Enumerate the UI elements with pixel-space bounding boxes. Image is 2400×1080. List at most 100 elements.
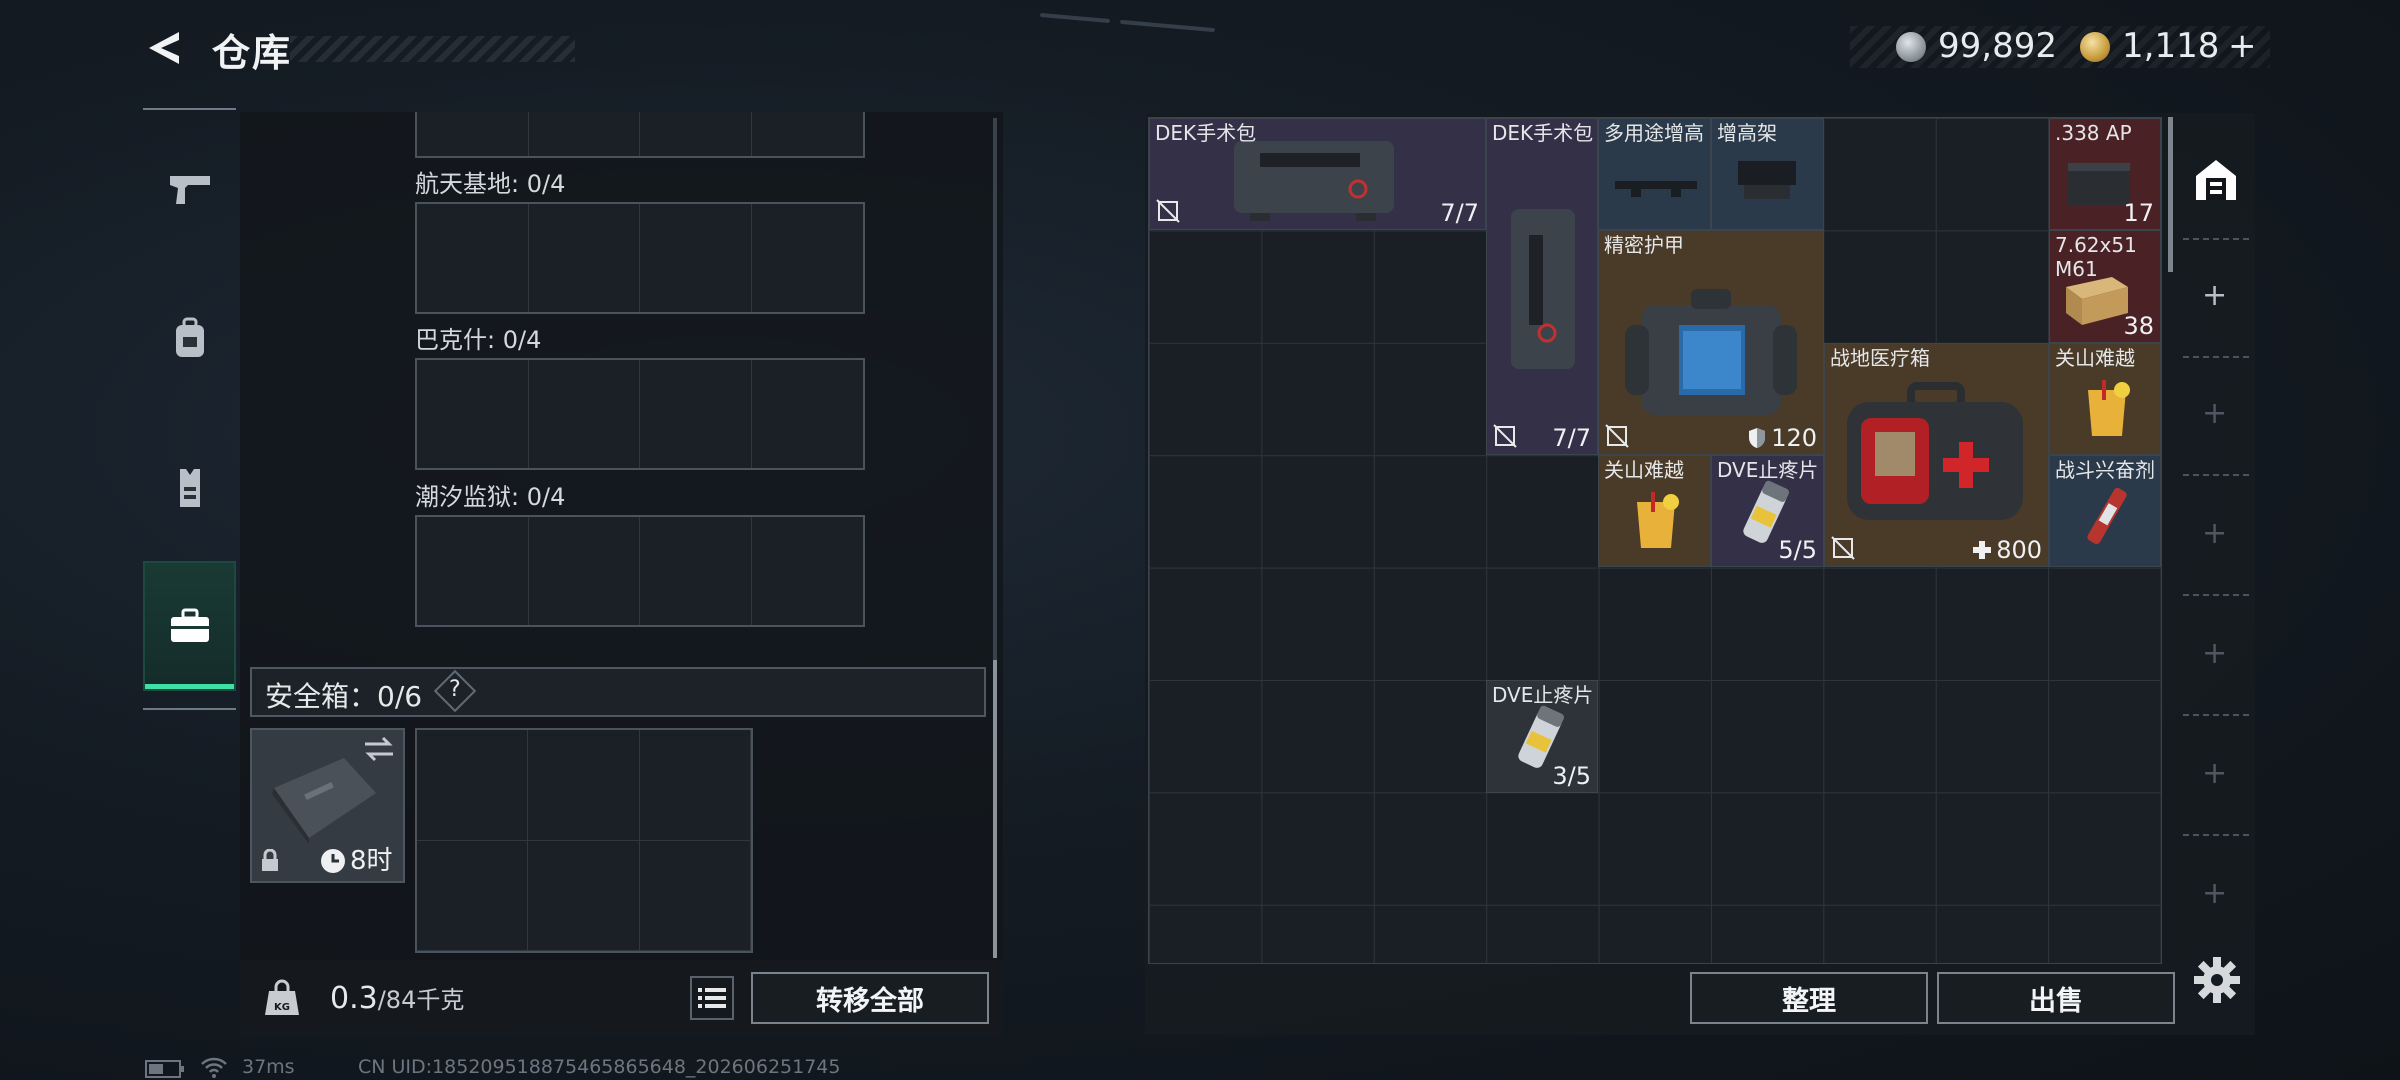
clock-icon (321, 849, 345, 873)
background-streak (1120, 19, 1215, 33)
help-icon[interactable]: ? (449, 677, 461, 702)
nav-safebox[interactable] (143, 561, 236, 691)
add-stash-page-icon[interactable]: + (2202, 396, 2227, 431)
divider (2183, 594, 2249, 596)
ammo-box-icon (2066, 277, 2128, 325)
sort-button[interactable]: 整理 (1690, 972, 1928, 1024)
divider (2183, 356, 2249, 358)
stash-item-762-m61[interactable]: 7.62x51 M61 38 (2049, 230, 2161, 343)
stash-item-riser-mount[interactable]: 增高架 (1711, 118, 1824, 230)
item-name: DVE止疼片 (1492, 683, 1594, 707)
no-insure-icon (1605, 424, 1629, 448)
safebox-grid[interactable] (415, 728, 753, 953)
left-scrollbar-thumb[interactable] (993, 660, 997, 958)
stash-item-dek-surgical-kit[interactable]: DEK手术包 7/7 (1486, 118, 1598, 455)
title-decoration (290, 36, 575, 62)
wifi-icon (201, 1057, 227, 1078)
item-name: .338 AP (2055, 121, 2132, 145)
divider (2183, 834, 2249, 836)
map-grid[interactable] (415, 202, 865, 314)
drink-glass-icon (2088, 380, 2130, 436)
map-label: 潮汐监狱: 0/4 (415, 483, 566, 511)
nav-backpack[interactable] (143, 273, 236, 403)
stash-grid[interactable]: DEK手术包 7/7 DEK手术包 7/7 多用途增高 增高架 .338 AP … (1148, 117, 2162, 964)
item-name: DVE止疼片 (1717, 458, 1819, 482)
add-gold-button[interactable]: + (2228, 26, 2257, 66)
nav-weapons[interactable] (143, 123, 236, 253)
safebox-case-slot[interactable]: 8时 (250, 728, 405, 883)
shield-icon (1749, 428, 1766, 448)
divider (2183, 714, 2249, 716)
stash-item-dve-painkiller[interactable]: DVE止疼片 5/5 (1711, 455, 1824, 567)
no-insure-icon (1156, 199, 1180, 223)
gold-amount: 1,118 (2122, 26, 2220, 66)
item-name: DEK手术包 (1492, 121, 1594, 145)
uid-readout: CN UID:18520951887546586564​8_2026062517… (358, 1056, 841, 1078)
ping-readout: 37ms (242, 1056, 295, 1078)
divider (2183, 474, 2249, 476)
item-name: 增高架 (1717, 121, 1777, 145)
item-name: 7.62x51 M61 (2055, 233, 2137, 281)
swap-icon[interactable] (363, 736, 395, 762)
mount-icon (1738, 161, 1796, 199)
battery-icon (145, 1060, 184, 1078)
stash-item-dek-surgical-kit[interactable]: DEK手术包 7/7 (1149, 118, 1486, 230)
warehouse-icon (2196, 160, 2236, 200)
transfer-all-button[interactable]: 转移全部 (751, 972, 989, 1024)
vest-icon (179, 469, 200, 507)
plus-icon (1973, 541, 1992, 559)
add-stash-page-icon[interactable]: + (2202, 636, 2227, 671)
back-arrow-icon[interactable] (145, 28, 185, 68)
sell-button[interactable]: 出售 (1937, 972, 2175, 1024)
map-label: 巴克什: 0/4 (415, 326, 542, 354)
stash-item-guanshan-drink[interactable]: 关山难越 (1598, 455, 1711, 567)
item-name: 战斗兴奋剂 (2055, 458, 2155, 482)
silver-amount: 99,892 (1938, 26, 2057, 66)
item-name: 关山难越 (1604, 458, 1684, 482)
list-view-button[interactable] (690, 976, 734, 1020)
safebox-timer: 8时 (350, 846, 393, 876)
map-grid-partial[interactable] (415, 112, 865, 158)
item-count: 7/7 (1440, 199, 1479, 227)
settings-gear-icon[interactable] (2192, 955, 2242, 1005)
item-count: 17 (2123, 199, 2154, 227)
category-nav (143, 108, 236, 710)
stash-scrollbar[interactable] (2168, 117, 2173, 272)
safebox-label: 安全箱：0/6 (265, 680, 423, 713)
item-name: 战地医疗箱 (1830, 346, 1930, 370)
map-grid[interactable] (415, 358, 865, 470)
gold-coin-icon (2080, 32, 2110, 62)
item-count: 38 (2123, 312, 2154, 340)
stash-item-338-ap[interactable]: .338 AP 17 (2049, 118, 2161, 230)
no-insure-icon (1493, 424, 1517, 448)
map-grid[interactable] (415, 515, 865, 627)
stash-item-combat-stimulant[interactable]: 战斗兴奋剂 (2049, 455, 2161, 567)
briefcase-icon (170, 608, 209, 642)
item-count: 120 (1771, 424, 1817, 452)
item-count: 3/5 (1552, 762, 1591, 790)
stash-item-multi-riser[interactable]: 多用途增高 (1598, 118, 1711, 230)
riser-icon (1615, 181, 1697, 197)
weight-lock-button[interactable]: KG (252, 968, 312, 1028)
add-stash-page-icon[interactable]: + (2202, 278, 2227, 313)
add-stash-page-icon[interactable]: + (2202, 516, 2227, 551)
background-streak (1039, 12, 1111, 24)
weight-capacity: /84千克 (377, 986, 465, 1014)
add-stash-page-icon[interactable]: + (2202, 876, 2227, 911)
injector-icon (2087, 487, 2127, 545)
stash-item-field-medkit[interactable]: 战地医疗箱 800 (1824, 343, 2049, 567)
stash-item-guanshan-drink[interactable]: 关山难越 (2049, 343, 2161, 455)
list-icon (698, 988, 726, 1008)
item-count: 5/5 (1778, 536, 1817, 564)
backpack-icon (175, 317, 204, 357)
item-name: 关山难越 (2055, 346, 2135, 370)
surgical-kit-icon (1511, 209, 1575, 369)
lock-icon (262, 849, 278, 871)
divider (2183, 238, 2249, 240)
add-stash-page-icon[interactable]: + (2202, 756, 2227, 791)
safe-case-icon (272, 758, 376, 844)
stash-item-dve-painkiller[interactable]: DVE止疼片 3/5 (1486, 680, 1598, 793)
nav-vest[interactable] (143, 423, 236, 553)
stash-page-main[interactable] (2183, 140, 2249, 220)
stash-item-precision-armor[interactable]: 精密护甲 120 (1598, 230, 1824, 455)
